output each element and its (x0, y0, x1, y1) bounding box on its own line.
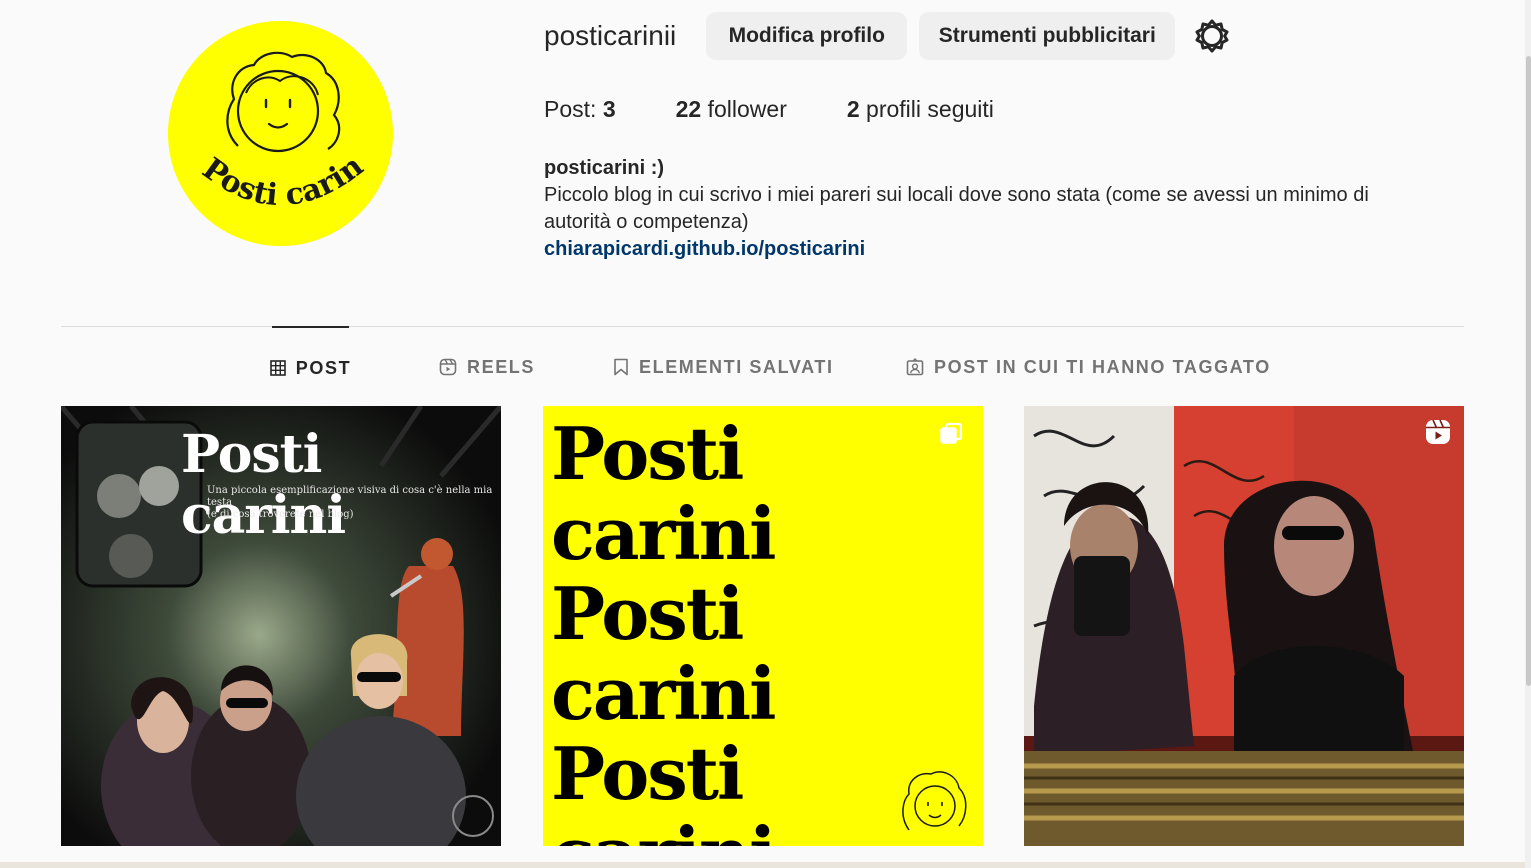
tab-reels[interactable]: REELS (439, 327, 535, 407)
post-thumbnail[interactable]: Posti carini Una piccola esemplificazion… (61, 406, 501, 846)
tab-label: POST IN CUI TI HANNO TAGGATO (934, 356, 1271, 377)
posts-count: Post: 3 (544, 96, 616, 123)
tab-label: POST (295, 357, 352, 378)
profile-stats: Post: 3 22 follower 2 profili seguiti (544, 96, 1054, 123)
post-subtitle-line: Una piccola esemplificazione visiva di c… (207, 485, 493, 508)
scrollbar-track[interactable] (1525, 0, 1531, 868)
reel-icon (1424, 418, 1452, 451)
post-title-line: Posti carini (551, 411, 776, 576)
bio-link[interactable]: chiarapicardi.github.io/posticarini (544, 236, 1424, 263)
mirror-selfie-image (1024, 406, 1464, 846)
profile-bio: posticarini :) Piccolo blog in cui scriv… (544, 155, 1424, 263)
tab-posts[interactable]: POST (269, 326, 352, 408)
bio-text: Piccolo blog in cui scrivo i miei pareri… (544, 184, 1369, 233)
scrollbar-thumb[interactable] (1526, 56, 1531, 686)
tab-saved[interactable]: ELEMENTI SALVATI (613, 327, 834, 407)
posts-number: 3 (602, 96, 616, 122)
followers-number: 22 (675, 96, 702, 122)
posts-label: Post: (544, 96, 597, 122)
username: posticarinii (544, 20, 677, 51)
followers-count[interactable]: 22 follower (676, 96, 787, 123)
logo-face-icon (902, 771, 967, 831)
following-count[interactable]: 2 profili seguiti (847, 96, 994, 123)
tab-tagged[interactable]: POST IN CUI TI HANNO TAGGATO (906, 327, 1271, 407)
ad-tools-button[interactable]: Strumenti pubblicitari (919, 12, 1176, 60)
grid-icon (269, 360, 286, 376)
following-label: profili seguiti (866, 96, 994, 122)
posti-carini-logo: Posti carini (168, 21, 393, 246)
post-thumbnail[interactable] (1024, 406, 1464, 846)
posts-grid: Posti carini Una piccola esemplificazion… (61, 406, 1464, 846)
settings-gear-icon[interactable] (1193, 17, 1231, 55)
post-thumbnail[interactable]: Posti carini Posti carini Posti carini (543, 406, 983, 846)
multiple-images-icon (939, 422, 963, 451)
bookmark-icon (613, 358, 629, 376)
tab-label: ELEMENTI SALVATI (639, 356, 834, 377)
profile-avatar[interactable]: Posti carini (168, 21, 393, 246)
bio-name: posticarini :) (544, 157, 665, 179)
profile-header-row: posticarinii Modifica profilo Strumenti … (544, 12, 1231, 60)
followers-label: follower (707, 96, 787, 122)
post-subtitle: Una piccola esemplificazione visiva di c… (207, 485, 501, 521)
following-number: 2 (846, 96, 860, 122)
profile-tabs: POST REELS ELEMENTI SALVATI POST IN CUI … (61, 326, 1464, 408)
edit-profile-button[interactable]: Modifica profilo (706, 12, 908, 60)
post-title-line: Posti carini (551, 571, 776, 736)
tab-label: REELS (467, 356, 536, 377)
post-subtitle-line: (e di cosa troverete nel blog) (207, 509, 354, 520)
reels-icon (439, 358, 457, 376)
next-row-peek (0, 862, 1531, 868)
tagged-icon (906, 358, 924, 376)
